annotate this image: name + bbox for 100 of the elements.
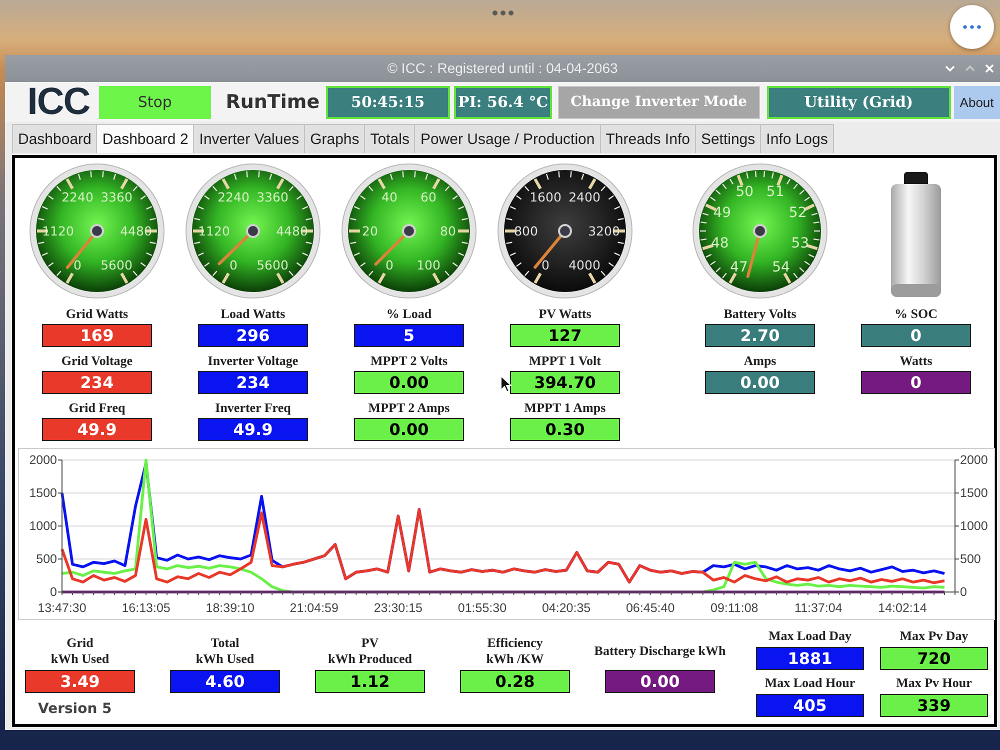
x-tick-label: 21:04:59 [290, 601, 338, 615]
x-tick-label: 11:37:04 [794, 601, 842, 615]
y-tick-label: 2000 [960, 453, 988, 467]
x-tick-label: 04:20:35 [542, 601, 591, 615]
value-display: 4.60 [170, 670, 280, 693]
logo-text: ICC [26, 85, 91, 119]
tab[interactable]: Dashboard 2 [96, 124, 194, 153]
gauge-scale-label: 100 [416, 257, 440, 272]
value-display: 0 [861, 371, 971, 394]
gauge-scale-label: 54 [772, 259, 790, 276]
x-tick-label: 14:02:14 [878, 601, 927, 615]
readout-label: MPPT 2 Volts [370, 353, 448, 369]
chevron-up-icon[interactable] [965, 65, 975, 72]
dots-icon[interactable] [492, 10, 514, 16]
close-icon[interactable] [985, 64, 994, 73]
gauge-scale-label: 0 [230, 257, 238, 272]
mode-display: Utility (Grid) [766, 86, 951, 118]
value-display: 394.70 [510, 371, 620, 394]
gauge-scale-label: 0 [542, 257, 550, 272]
x-tick-label: 06:45:40 [626, 601, 675, 615]
total-label: Total kWh Used [196, 635, 254, 667]
readout-label: MPPT 2 Amps [368, 400, 450, 416]
value-display: 234 [198, 371, 308, 394]
x-tick-label: 23:30:15 [374, 601, 423, 615]
gauge-scale-label: 2240 [218, 190, 250, 205]
value-display: 1.12 [315, 670, 425, 693]
value-display: 2.70 [705, 324, 815, 347]
version-label: Version 5 [38, 701, 112, 717]
readout-label: % SOC [894, 306, 938, 322]
tab[interactable]: Inverter Values [193, 124, 306, 153]
tab[interactable]: Totals [364, 124, 416, 153]
gauge-scale-label: 5600 [100, 257, 132, 272]
gauge-scale-label: 51 [766, 184, 784, 200]
value-display: 0.30 [510, 418, 620, 441]
tab[interactable]: Graphs [304, 124, 366, 153]
readout-label: Grid Voltage [61, 353, 133, 369]
readout-label: Inverter Voltage [208, 353, 298, 369]
gauge-scale-label: 3200 [588, 224, 620, 238]
gauge-scale-label: 3360 [100, 190, 132, 205]
readout-label: % Load [386, 306, 432, 322]
stop-button[interactable]: Stop [99, 86, 211, 118]
gauge-scale-label: 52 [788, 204, 807, 221]
value-display: 339 [880, 694, 988, 717]
battery-icon [890, 172, 942, 298]
gauge-scale-label: 20 [362, 224, 378, 238]
y-tick-label: 1500 [960, 486, 988, 500]
value-display: 0.00 [705, 371, 815, 394]
runtime-display: 50:45:15 [326, 86, 450, 118]
value-display: 234 [42, 371, 152, 394]
maximum-label: Max Pv Day [900, 628, 968, 644]
tab[interactable]: Settings [694, 124, 762, 153]
total-label: Efficiency kWh /KW [486, 635, 544, 667]
value-display: 0.28 [460, 670, 570, 693]
value-display: 720 [880, 647, 988, 670]
readout-label: Grid Watts [66, 306, 128, 322]
window-title: © ICC : Registered until : 04-04-2063 [387, 59, 618, 78]
readout-label: MPPT 1 Volt [529, 353, 601, 369]
y-tick-label: 0 [960, 585, 967, 599]
gauge-scale-label: 50 [736, 184, 754, 200]
readout-label: Watts [900, 353, 932, 369]
x-tick-label: 16:13:05 [122, 601, 170, 615]
gauge-scale-label: 49 [713, 204, 732, 221]
chevron-down-icon[interactable] [945, 65, 955, 72]
tab[interactable]: Dashboard [12, 124, 98, 153]
gauge-needle [746, 224, 767, 278]
dots-icon [963, 25, 981, 29]
tab[interactable]: Info Logs [760, 124, 834, 153]
gauge-scale-label: 0 [386, 257, 394, 272]
readout-label: Battery Volts [724, 306, 796, 322]
tab[interactable]: Threads Info [600, 124, 696, 153]
y-tick-label: 1000 [29, 519, 57, 533]
value-display: 0.00 [354, 418, 464, 441]
more-button[interactable] [950, 5, 994, 49]
gauge-scale-label: 47 [730, 259, 748, 276]
y-tick-label: 1000 [960, 519, 988, 533]
temperature-display: PI: 56.4 °C [454, 86, 552, 118]
value-display: 49.9 [42, 418, 152, 441]
gauge-scale-label: 0 [74, 257, 82, 272]
tab[interactable]: Power Usage / Production [414, 124, 601, 153]
gauge-scale-label: 4480 [276, 224, 308, 238]
maximum-label: Max Pv Hour [896, 675, 972, 691]
total-label: Grid kWh Used [50, 635, 110, 667]
readout-label: PV Watts [538, 306, 592, 322]
gauge-scale-label: 40 [382, 190, 398, 205]
gauge-scale-label: 53 [791, 235, 810, 252]
value-display: 0.00 [605, 670, 715, 693]
about-button[interactable]: About [954, 86, 1000, 118]
value-display: 49.9 [198, 418, 308, 441]
y-tick-label: 0 [50, 585, 57, 599]
x-tick-label: 09:11:08 [710, 601, 758, 615]
value-display: 169 [42, 324, 152, 347]
gauge-scale-label: 1600 [530, 190, 562, 205]
mouse-pointer-icon [500, 375, 512, 393]
gauge-scale-label: 4000 [568, 257, 600, 272]
readout-label: Inverter Freq [215, 400, 291, 416]
gauge-scale-label: 800 [514, 224, 538, 238]
x-tick-label: 01:55:30 [458, 601, 507, 615]
value-display: 405 [756, 694, 864, 717]
value-display: 1881 [756, 647, 864, 670]
value-display: 0.00 [354, 371, 464, 394]
